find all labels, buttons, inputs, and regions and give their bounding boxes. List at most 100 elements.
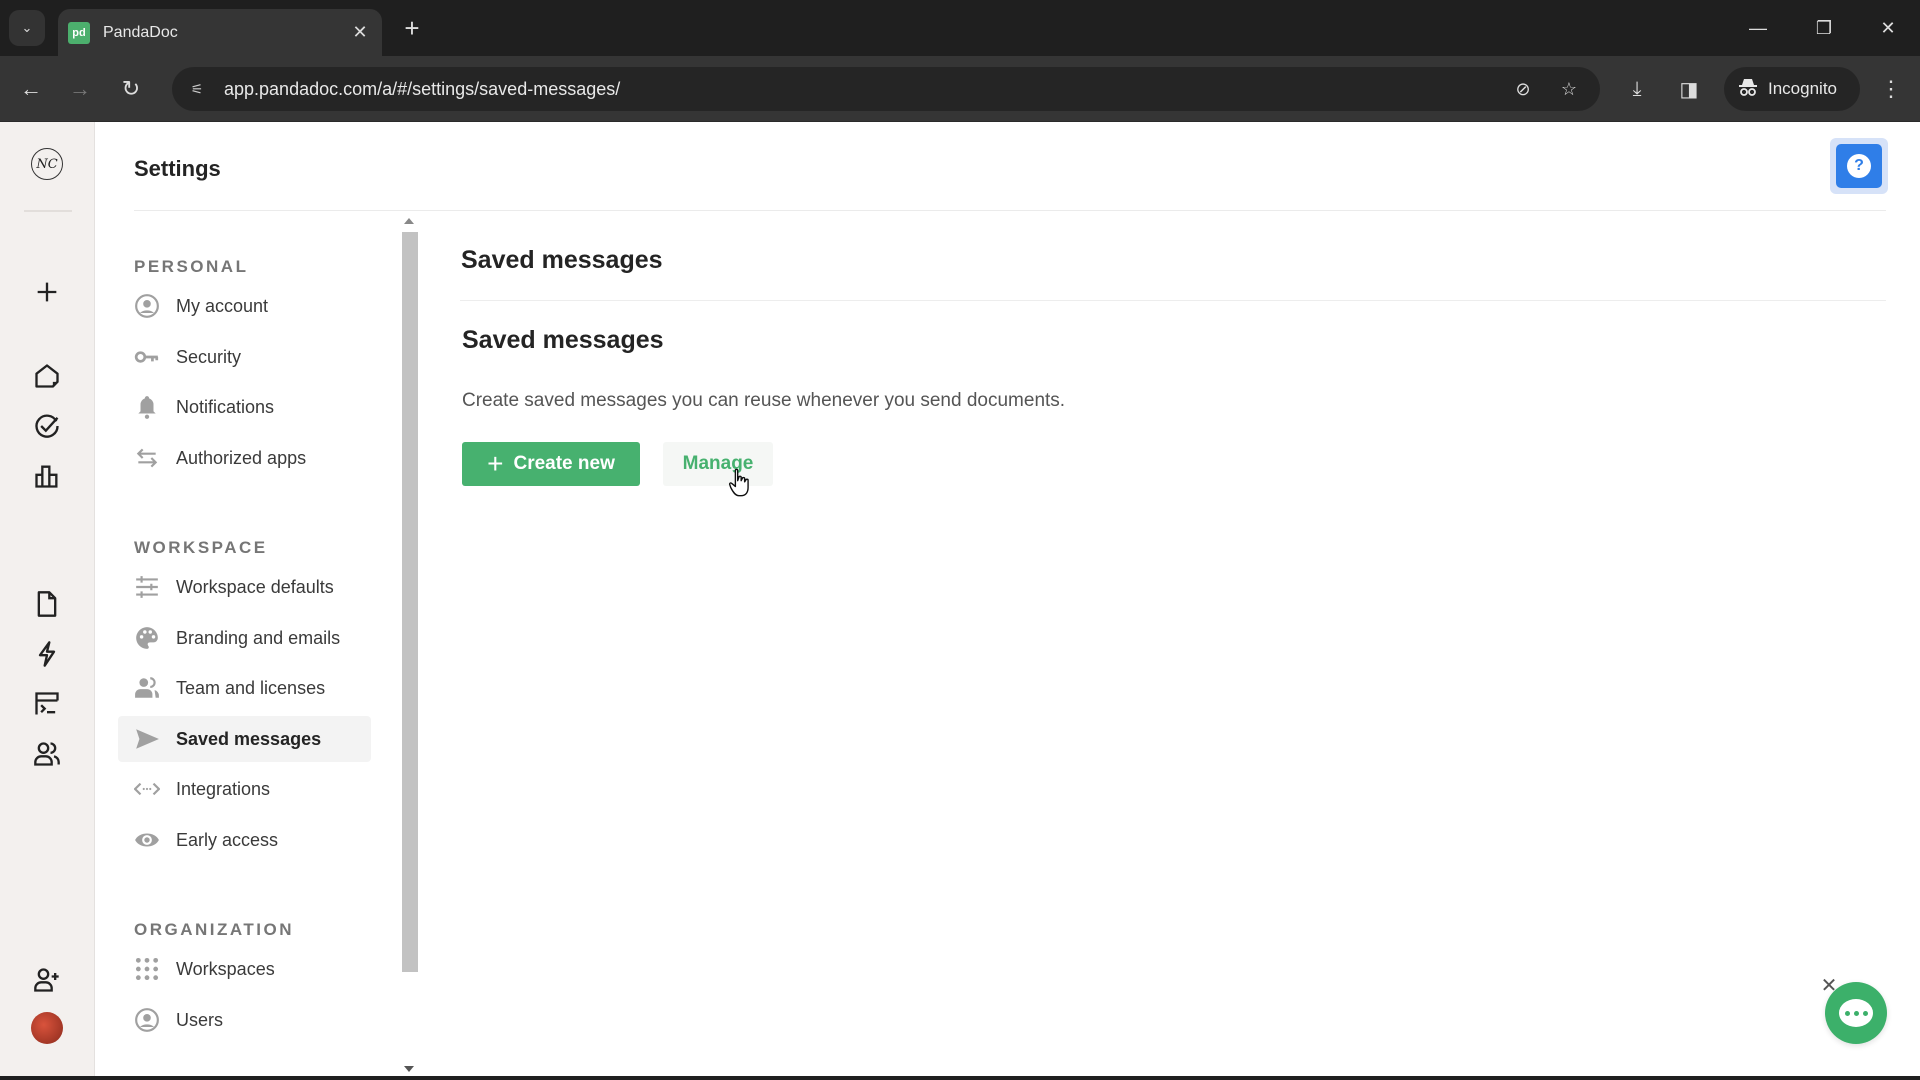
arrow-right-icon: → (69, 76, 91, 101)
rail-tasks-button[interactable] (27, 406, 67, 446)
sidebar-item-team-and-licenses[interactable]: Team and licenses (118, 665, 371, 711)
minimize-button[interactable]: — (1738, 10, 1778, 46)
grid-icon (132, 954, 162, 984)
restore-button[interactable]: ❐ (1804, 10, 1844, 46)
home-icon (35, 364, 59, 388)
create-new-label: Create new (513, 453, 615, 474)
incognito-icon (1738, 78, 1758, 101)
section-personal: PERSONAL (134, 257, 249, 276)
close-icon: ✕ (352, 22, 368, 42)
browser-tab-bar: ⌄ pd PandaDoc ✕ + — ❐ ✕ (0, 0, 1920, 56)
sidebar-item-label: Branding and emails (176, 627, 341, 648)
download-icon: ⤓ (1632, 77, 1642, 100)
rail-contacts-button[interactable] (27, 734, 67, 774)
pandadoc-app: NC Settings ? PERSONAL My account Securi… (0, 122, 1920, 1080)
sidebar-item-saved-messages[interactable]: Saved messages (118, 716, 371, 762)
plus-icon: + (404, 12, 420, 43)
bar-chart-icon (35, 465, 58, 488)
hand-pointer-cursor-icon (728, 468, 749, 497)
tab-search-button[interactable]: ⌄ (9, 10, 45, 46)
sidebar-item-my-account[interactable]: My account (118, 283, 371, 329)
reload-icon: ↻ (121, 76, 141, 101)
chat-widget-button[interactable] (1825, 982, 1887, 1044)
sidebar-item-label: Saved messages (176, 728, 322, 749)
side-panel-icon: ◨ (1679, 78, 1699, 101)
swap-arrows-icon (132, 443, 162, 473)
sidebar-item-label: Workspaces (176, 958, 275, 979)
help-icon: ? (1847, 154, 1871, 178)
help-button[interactable]: ? (1830, 138, 1888, 194)
sliders-icon (132, 572, 162, 602)
bookmark-button[interactable]: ☆ (1554, 74, 1584, 104)
workspace-logo[interactable]: NC (31, 148, 63, 180)
side-panel-button[interactable]: ◨ (1672, 72, 1706, 106)
pandadoc-favicon-icon: pd (68, 21, 90, 44)
eye-off-icon: ⊘ (1515, 78, 1531, 99)
sidebar-scrollbar[interactable] (399, 214, 421, 1080)
sidebar-item-workspaces[interactable]: Workspaces (118, 946, 371, 992)
address-bar[interactable]: ⚟ app.pandadoc.com/a/#/settings/saved-me… (172, 67, 1600, 111)
rail-reports-button[interactable] (27, 456, 67, 496)
new-tab-button[interactable]: + (396, 12, 428, 44)
rail-forms-button[interactable] (27, 684, 67, 724)
add-user-icon (34, 968, 59, 992)
browser-menu-button[interactable]: ⋮ (1874, 72, 1908, 106)
site-info-button[interactable]: ⚟ (184, 76, 210, 102)
team-icon (132, 673, 162, 703)
sidebar-item-users[interactable]: Users (118, 997, 371, 1043)
create-new-button[interactable]: + Create new (462, 442, 640, 486)
tab-close-button[interactable]: ✕ (346, 19, 374, 47)
sidebar-item-notifications[interactable]: Notifications (118, 384, 371, 430)
sidebar-item-label: Workspace defaults (176, 576, 334, 597)
palette-icon (132, 623, 162, 653)
chat-bubble-icon (1839, 999, 1873, 1027)
sidebar-item-label: Users (176, 1009, 224, 1030)
tracking-protection-button[interactable]: ⊘ (1508, 74, 1538, 104)
rail-documents-button[interactable] (27, 584, 67, 624)
sidebar-item-branding-and-emails[interactable]: Branding and emails (118, 615, 371, 661)
sidebar-item-authorized-apps[interactable]: Authorized apps (118, 435, 371, 481)
rail-automations-button[interactable] (27, 634, 67, 674)
scroll-up-arrow-icon[interactable] (404, 218, 414, 224)
section-description: Create saved messages you can reuse when… (462, 390, 1066, 411)
sidebar-item-label: Team and licenses (176, 677, 326, 698)
content-divider (460, 300, 1886, 301)
downloads-button[interactable]: ⤓ (1620, 72, 1654, 106)
section-heading: Saved messages (462, 326, 664, 354)
minimize-icon: — (1749, 17, 1767, 38)
close-icon: ✕ (1880, 17, 1896, 38)
settings-sidebar: PERSONAL My account Security Notificatio… (96, 212, 421, 1080)
tune-icon: ⚟ (190, 80, 204, 97)
incognito-badge[interactable]: Incognito (1724, 67, 1860, 111)
sidebar-item-security[interactable]: Security (118, 334, 371, 380)
restore-icon: ❐ (1815, 17, 1833, 38)
sidebar-item-integrations[interactable]: Integrations (118, 766, 371, 812)
sidebar-item-label: Early access (176, 829, 279, 850)
scroll-down-arrow-icon[interactable] (404, 1066, 414, 1072)
rail-home-button[interactable] (27, 356, 67, 396)
forward-button[interactable]: → (63, 72, 97, 106)
incognito-label: Incognito (1768, 79, 1837, 98)
plus-icon: + (487, 448, 504, 479)
scrollbar-thumb[interactable] (402, 232, 418, 972)
star-icon: ☆ (1560, 78, 1578, 99)
reload-button[interactable]: ↻ (114, 72, 148, 106)
rail-divider (24, 210, 72, 212)
user-avatar[interactable] (31, 1012, 63, 1044)
user-circle-icon (132, 291, 162, 321)
sidebar-item-early-access[interactable]: Early access (118, 817, 371, 863)
browser-tab[interactable]: pd PandaDoc ✕ (58, 9, 382, 56)
url-text[interactable]: app.pandadoc.com/a/#/settings/saved-mess… (224, 79, 1508, 100)
user-circle-icon (132, 1005, 162, 1035)
rail-create-button[interactable] (27, 272, 67, 312)
manage-button[interactable]: Manage (663, 442, 773, 486)
sidebar-item-label: Security (176, 346, 242, 367)
contacts-icon (34, 742, 60, 766)
bell-icon (132, 392, 162, 422)
sidebar-item-workspace-defaults[interactable]: Workspace defaults (118, 564, 371, 610)
tab-title: PandaDoc (103, 23, 178, 41)
back-button[interactable]: ← (14, 72, 48, 106)
rail-invite-button[interactable] (27, 960, 67, 1000)
window-close-button[interactable]: ✕ (1868, 10, 1908, 46)
code-icon (132, 774, 162, 804)
